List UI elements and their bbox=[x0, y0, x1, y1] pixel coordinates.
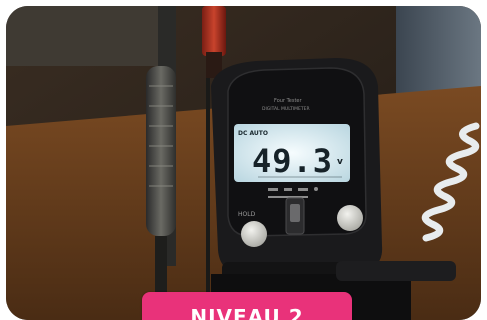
lcd-display: DC AUTO 49.3 v bbox=[234, 124, 350, 182]
lcd-reading: 49.3 bbox=[252, 142, 333, 180]
multimeter-photo: DC AUTO 49.3 v Four Tester DIGITAL MULTI… bbox=[6, 6, 481, 320]
lcd-unit: v bbox=[337, 157, 343, 167]
level-badge-text: NIVEAU 2 bbox=[190, 305, 304, 320]
level-badge: NIVEAU 2 bbox=[142, 292, 352, 320]
hold-label: HOLD bbox=[238, 211, 256, 218]
background-shelf bbox=[6, 6, 166, 66]
photo-scene: DC AUTO 49.3 v Four Tester DIGITAL MULTI… bbox=[6, 6, 481, 320]
meter-model-line: DIGITAL MULTIMETER bbox=[262, 106, 310, 112]
lcd-mode-label: DC AUTO bbox=[238, 130, 268, 137]
mode-slider-switch bbox=[285, 197, 305, 235]
hold-button bbox=[241, 221, 267, 247]
function-button bbox=[337, 205, 363, 231]
meter-brand-line: Four Tester bbox=[274, 98, 302, 104]
screenshot-frame: DC AUTO 49.3 v Four Tester DIGITAL MULTI… bbox=[0, 0, 487, 320]
